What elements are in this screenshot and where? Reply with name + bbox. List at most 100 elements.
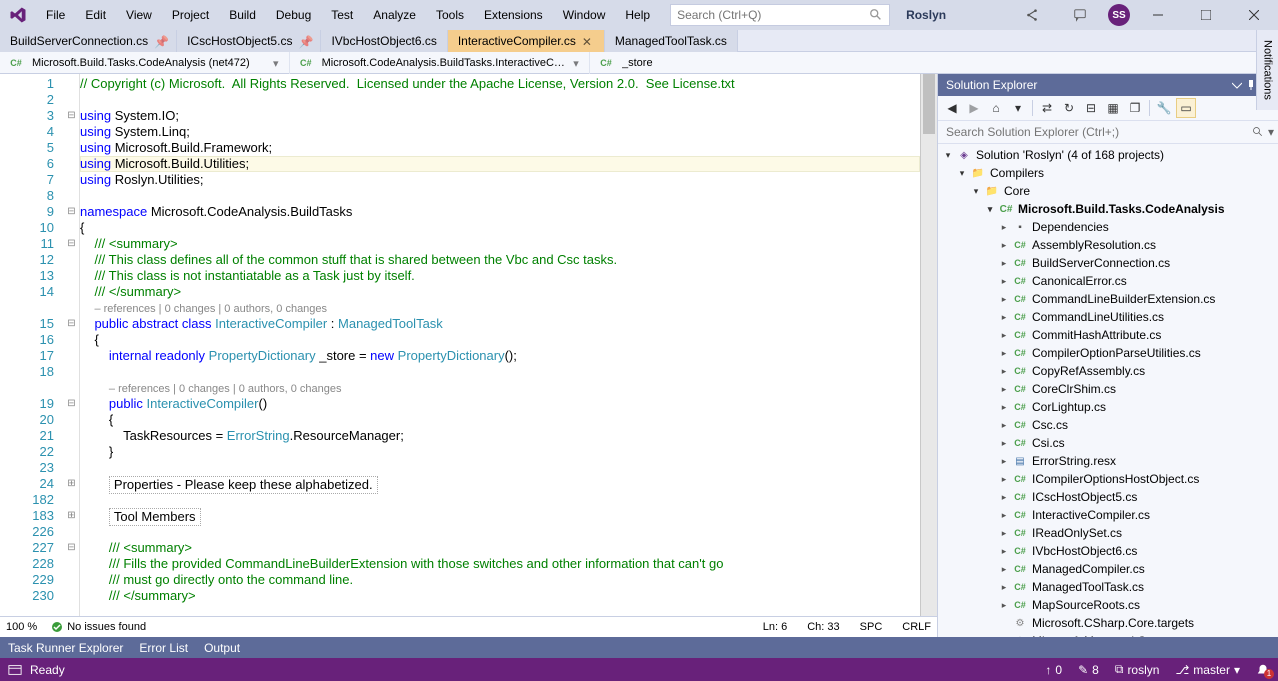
tree-item[interactable]: C#ManagedCompiler.cs <box>938 560 1278 578</box>
tree-item[interactable]: ▪Dependencies <box>938 218 1278 236</box>
tree-twisty[interactable] <box>942 149 954 161</box>
toolwindow-tab[interactable]: Error List <box>139 641 188 655</box>
zoom-level[interactable]: 100 % <box>6 621 37 633</box>
solution-tree[interactable]: ◈Solution 'Roslyn' (4 of 168 projects)📁C… <box>938 144 1278 637</box>
breadcrumb-item[interactable]: C#Microsoft.CodeAnalysis.BuildTasks.Inte… <box>290 52 590 74</box>
tree-item[interactable]: C#AssemblyResolution.cs <box>938 236 1278 254</box>
fold-toggle[interactable]: ⊞ <box>64 508 79 524</box>
pin-icon[interactable] <box>1246 80 1256 90</box>
column-indicator[interactable]: Ch: 33 <box>807 621 839 633</box>
breadcrumb-item[interactable]: C#Microsoft.Build.Tasks.CodeAnalysis (ne… <box>0 52 290 74</box>
chevron-down-icon[interactable]: ▾ <box>273 57 281 70</box>
pin-icon[interactable]: 📌 <box>298 35 310 47</box>
tree-item[interactable]: C#CommandLineBuilderExtension.cs <box>938 290 1278 308</box>
code-content[interactable]: // Copyright (c) Microsoft. All Rights R… <box>80 74 920 616</box>
tree-twisty[interactable] <box>998 383 1010 395</box>
tree-item[interactable]: C#MapSourceRoots.cs <box>938 596 1278 614</box>
tree-twisty[interactable] <box>998 527 1010 539</box>
fold-toggle[interactable]: ⊟ <box>64 396 79 412</box>
tree-item[interactable]: C#InteractiveCompiler.cs <box>938 506 1278 524</box>
tree-twisty[interactable] <box>998 221 1010 233</box>
fold-toggle[interactable]: ⊟ <box>64 236 79 252</box>
scroll-thumb[interactable] <box>923 74 935 134</box>
tree-twisty[interactable] <box>984 203 996 215</box>
breadcrumb-item[interactable]: C#_store▾ <box>590 52 1278 74</box>
maximize-button[interactable] <box>1186 1 1226 29</box>
menu-view[interactable]: View <box>118 4 160 26</box>
tree-twisty[interactable] <box>956 167 968 179</box>
tree-twisty[interactable] <box>970 185 982 197</box>
tree-item[interactable]: 📁Core <box>938 182 1278 200</box>
tree-item[interactable]: ▤ErrorString.resx <box>938 452 1278 470</box>
tree-twisty[interactable] <box>998 437 1010 449</box>
tree-twisty[interactable] <box>998 419 1010 431</box>
notifications-tab[interactable]: Notifications <box>1256 30 1278 110</box>
issues-indicator[interactable]: No issues found <box>51 621 146 633</box>
tree-item[interactable]: C#CopyRefAssembly.cs <box>938 362 1278 380</box>
back-icon[interactable]: ◀ <box>942 98 962 118</box>
branch-name[interactable]: ⎇ master ▾ <box>1175 663 1240 677</box>
show-all-icon[interactable]: ▦ <box>1103 98 1123 118</box>
minimize-button[interactable] <box>1138 1 1178 29</box>
tree-twisty[interactable] <box>998 455 1010 467</box>
switch-views-icon[interactable]: ▾ <box>1008 98 1028 118</box>
quick-search-input[interactable] <box>677 8 869 22</box>
tree-item[interactable]: C#BuildServerConnection.cs <box>938 254 1278 272</box>
fold-toggle[interactable]: ⊟ <box>64 108 79 124</box>
tree-twisty[interactable] <box>998 509 1010 521</box>
tree-item[interactable]: C#Microsoft.Build.Tasks.CodeAnalysis <box>938 200 1278 218</box>
menu-test[interactable]: Test <box>323 4 361 26</box>
tree-item[interactable]: C#CommitHashAttribute.cs <box>938 326 1278 344</box>
solution-explorer-search[interactable]: ▾ <box>938 121 1278 144</box>
pending-changes[interactable]: ✎ 8 <box>1078 663 1099 677</box>
toolwindow-tab[interactable]: Output <box>204 641 240 655</box>
menu-tools[interactable]: Tools <box>428 4 472 26</box>
menu-extensions[interactable]: Extensions <box>476 4 551 26</box>
menu-debug[interactable]: Debug <box>268 4 319 26</box>
solution-explorer-header[interactable]: Solution Explorer <box>938 74 1278 96</box>
preview-icon[interactable]: ▭ <box>1176 98 1196 118</box>
vertical-scrollbar[interactable] <box>920 74 937 616</box>
tree-twisty[interactable] <box>998 347 1010 359</box>
solution-search-input[interactable] <box>942 125 1252 139</box>
notifications-icon[interactable]: 1 <box>1256 663 1270 677</box>
tab[interactable]: BuildServerConnection.cs📌 <box>0 30 177 52</box>
forward-icon[interactable]: ▶ <box>964 98 984 118</box>
close-button[interactable] <box>1234 1 1274 29</box>
feedback-icon[interactable] <box>1060 1 1100 29</box>
tab[interactable]: ManagedToolTask.cs <box>605 30 738 52</box>
tree-item[interactable]: C#CorLightup.cs <box>938 398 1278 416</box>
menu-window[interactable]: Window <box>555 4 614 26</box>
tree-twisty[interactable] <box>998 311 1010 323</box>
properties-icon[interactable]: 🔧 <box>1154 98 1174 118</box>
toolwindow-tab[interactable]: Task Runner Explorer <box>8 641 123 655</box>
user-avatar[interactable]: SS <box>1108 4 1130 26</box>
tree-twisty[interactable] <box>998 473 1010 485</box>
repository-name[interactable]: ⧉ roslyn <box>1115 662 1160 677</box>
tree-item[interactable]: C#ICompilerOptionsHostObject.cs <box>938 470 1278 488</box>
tree-twisty[interactable] <box>998 293 1010 305</box>
code-view[interactable]: 1234567891011121314151617181920212223241… <box>0 74 937 616</box>
tree-item[interactable]: ◈Solution 'Roslyn' (4 of 168 projects) <box>938 146 1278 164</box>
fold-toggle[interactable]: ⊟ <box>64 204 79 220</box>
tree-twisty[interactable] <box>998 329 1010 341</box>
tree-twisty[interactable] <box>998 401 1010 413</box>
tree-item[interactable]: C#CommandLineUtilities.cs <box>938 308 1278 326</box>
home-icon[interactable]: ⌂ <box>986 98 1006 118</box>
tree-twisty[interactable] <box>998 545 1010 557</box>
menu-edit[interactable]: Edit <box>77 4 114 26</box>
menu-build[interactable]: Build <box>221 4 264 26</box>
tree-item[interactable]: C#ICscHostObject5.cs <box>938 488 1278 506</box>
tree-item[interactable]: C#IReadOnlySet.cs <box>938 524 1278 542</box>
tree-item[interactable]: 📁Compilers <box>938 164 1278 182</box>
tree-item[interactable]: C#CoreClrShim.cs <box>938 380 1278 398</box>
tree-twisty[interactable] <box>998 563 1010 575</box>
sync-icon[interactable]: ⇄ <box>1037 98 1057 118</box>
line-ending[interactable]: CRLF <box>902 621 931 633</box>
tab[interactable]: IVbcHostObject6.cs <box>321 30 447 52</box>
tree-item[interactable]: ⚙Microsoft.CSharp.Core.targets <box>938 614 1278 632</box>
menu-project[interactable]: Project <box>164 4 217 26</box>
tree-twisty[interactable] <box>998 365 1010 377</box>
tree-twisty[interactable] <box>998 239 1010 251</box>
menu-help[interactable]: Help <box>617 4 658 26</box>
